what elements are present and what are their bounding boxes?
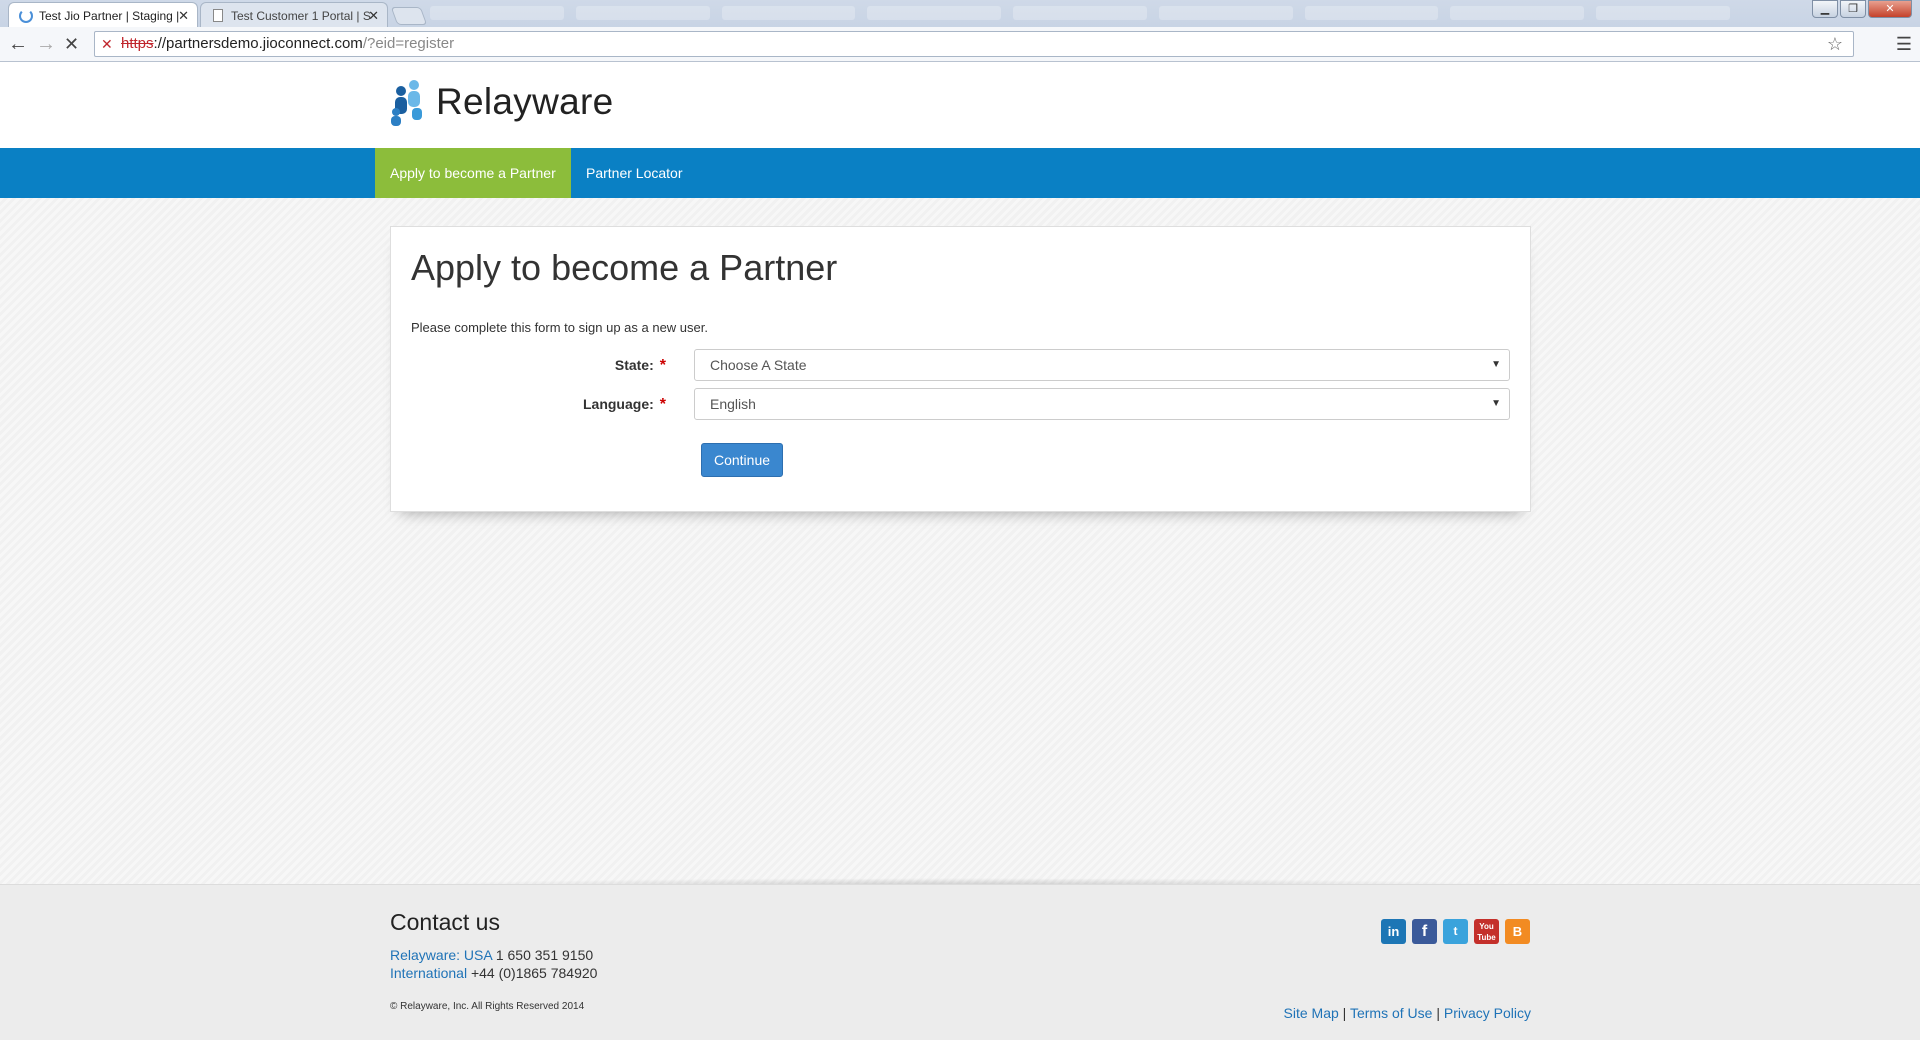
language-select[interactable]: English ▼ xyxy=(694,388,1510,420)
close-tab-icon[interactable]: ✕ xyxy=(178,8,189,24)
footer-links: Site Map | Terms of Use | Privacy Policy xyxy=(1283,1005,1531,1021)
language-label: Language: * xyxy=(582,396,666,413)
facebook-icon[interactable]: f xyxy=(1412,919,1437,944)
dropdown-caret-icon: ▼ xyxy=(1491,398,1501,409)
state-select[interactable]: Choose A State ▼ xyxy=(694,349,1510,381)
contact-title: Contact us xyxy=(390,909,500,935)
dropdown-caret-icon: ▼ xyxy=(1491,359,1501,370)
terms-of-use-link[interactable]: Terms of Use xyxy=(1350,1005,1432,1021)
logo-text: Relayware xyxy=(436,81,614,122)
url-host: ://partnersdemo.jioconnect.com xyxy=(153,35,363,52)
tab-active[interactable]: Test Jio Partner | Staging | ✕ xyxy=(8,2,198,27)
site-footer: Contact us Relayware: USA 1 650 351 9150… xyxy=(0,884,1920,1040)
usa-phone: 1 650 351 9150 xyxy=(491,947,594,963)
loading-spinner-icon xyxy=(19,9,33,23)
copyright: © Relayware, Inc. All Rights Reserved 20… xyxy=(390,1001,585,1012)
state-select-value: Choose A State xyxy=(710,357,807,373)
nav-item-apply-partner[interactable]: Apply to become a Partner xyxy=(375,148,571,198)
tab-inactive[interactable]: Test Customer 1 Portal | S ✕ xyxy=(200,2,388,27)
twitter-icon[interactable]: t xyxy=(1443,919,1468,944)
contact-international: International +44 (0)1865 784920 xyxy=(390,965,597,981)
tab-title: Test Jio Partner | Staging | xyxy=(39,9,180,23)
main-nav: Apply to become a Partner Partner Locato… xyxy=(0,148,1920,198)
state-label: State: * xyxy=(614,357,666,374)
form-intro: Please complete this form to sign up as … xyxy=(411,320,708,335)
tab-bar: Test Jio Partner | Staging | ✕ Test Cust… xyxy=(0,0,1920,27)
address-bar[interactable]: ✕ https://partnersdemo.jioconnect.com/?e… xyxy=(94,31,1854,57)
minimize-icon[interactable]: ▁ xyxy=(1812,0,1838,18)
forward-icon[interactable]: → xyxy=(36,34,56,54)
window-controls: ▁ ❐ ✕ xyxy=(1812,0,1912,18)
blogger-icon[interactable]: B xyxy=(1505,919,1530,944)
required-marker: * xyxy=(659,357,666,374)
contact-usa: Relayware: USA 1 650 351 9150 xyxy=(390,947,593,963)
nav-item-partner-locator[interactable]: Partner Locator xyxy=(571,148,698,198)
international-link[interactable]: International xyxy=(390,965,467,981)
state-row: State: * Choose A State ▼ xyxy=(391,349,1532,381)
new-tab-button[interactable] xyxy=(390,7,428,25)
required-marker: * xyxy=(659,396,666,413)
continue-button[interactable]: Continue xyxy=(701,443,783,477)
browser-chrome: Test Jio Partner | Staging | ✕ Test Cust… xyxy=(0,0,1920,62)
web-page: Relayware Apply to become a Partner Part… xyxy=(0,62,1920,1040)
language-row: Language: * English ▼ xyxy=(391,388,1532,420)
usa-link[interactable]: Relayware: USA xyxy=(390,947,492,963)
registration-card: Apply to become a Partner Please complet… xyxy=(390,226,1531,512)
bookmark-star-icon[interactable]: ☆ xyxy=(1827,32,1843,56)
back-icon[interactable]: ← xyxy=(8,34,28,54)
insecure-lock-icon: ✕ xyxy=(101,36,113,52)
linkedin-icon[interactable]: in xyxy=(1381,919,1406,944)
international-phone: +44 (0)1865 784920 xyxy=(467,965,598,981)
page-icon xyxy=(213,9,223,22)
youtube-icon[interactable]: You Tube xyxy=(1474,919,1499,944)
background-tabs xyxy=(430,6,1731,22)
site-map-link[interactable]: Site Map xyxy=(1284,1005,1339,1021)
tab-title: Test Customer 1 Portal | S xyxy=(231,9,371,23)
url-path: /?eid=register xyxy=(362,35,455,52)
restore-icon[interactable]: ❐ xyxy=(1840,0,1866,18)
language-select-value: English xyxy=(710,396,756,412)
close-tab-icon[interactable]: ✕ xyxy=(368,8,379,24)
logo[interactable]: Relayware xyxy=(388,78,614,126)
url-scheme: https xyxy=(121,35,154,52)
site-header: Relayware xyxy=(0,62,1920,148)
browser-toolbar: ← → ✕ ✕ https://partnersdemo.jioconnect.… xyxy=(0,27,1920,62)
page-title: Apply to become a Partner xyxy=(411,247,838,288)
social-links: in f t You Tube B xyxy=(1381,919,1530,944)
stop-icon[interactable]: ✕ xyxy=(64,34,79,54)
relayware-logo-icon xyxy=(391,80,422,126)
privacy-policy-link[interactable]: Privacy Policy xyxy=(1444,1005,1531,1021)
window-close-icon[interactable]: ✕ xyxy=(1868,0,1912,18)
menu-icon[interactable]: ☰ xyxy=(1896,34,1912,55)
